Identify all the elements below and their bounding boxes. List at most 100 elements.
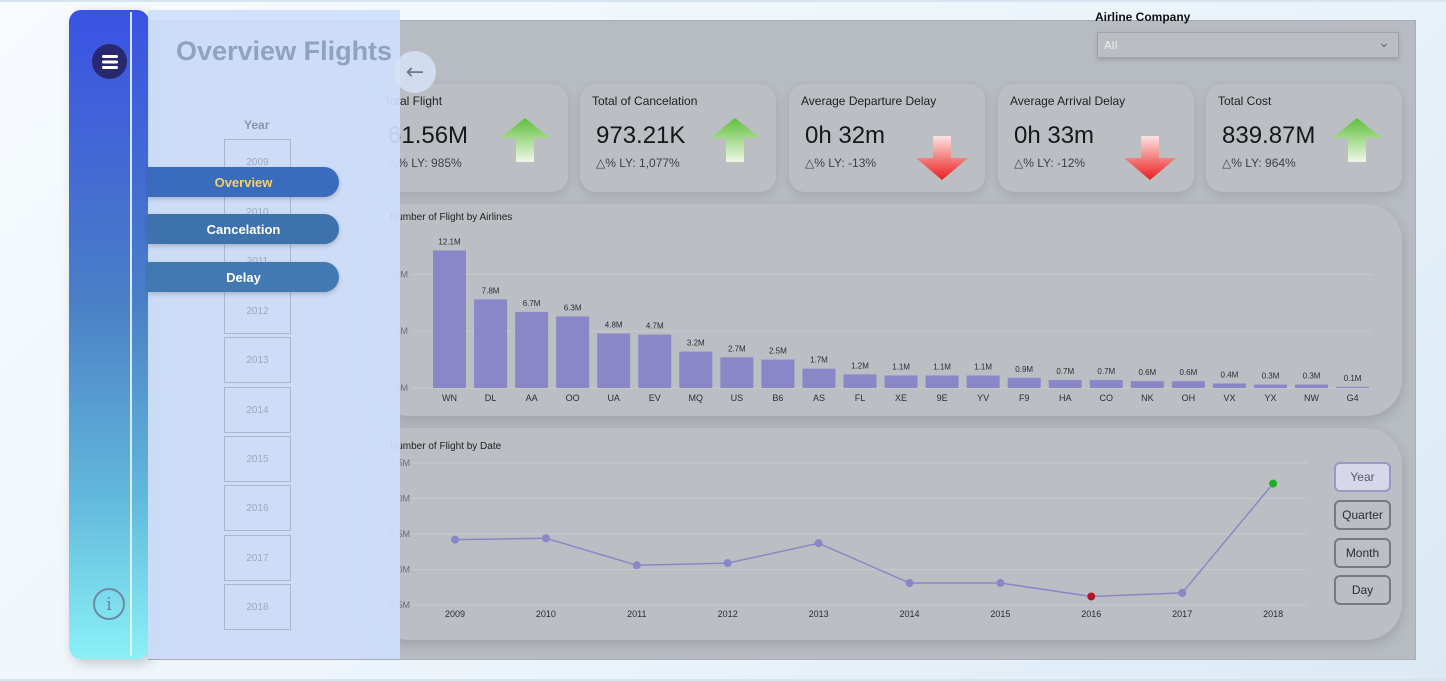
arrow-up-icon: [500, 118, 550, 162]
info-button[interactable]: i: [93, 588, 125, 620]
year-slicer-label: Year: [244, 118, 270, 132]
arrow-up-icon: [1332, 118, 1382, 162]
date-button-day[interactable]: Day: [1334, 575, 1391, 605]
nav-cancelation-button[interactable]: Cancelation: [148, 214, 339, 244]
kpi-title: Average Arrival Delay: [1010, 94, 1126, 108]
nav-overview-button[interactable]: Overview: [148, 167, 339, 197]
data-point: [723, 559, 732, 568]
data-label: 1.1M: [892, 363, 910, 372]
x-tick-label: 2016: [1081, 609, 1101, 619]
data-label: 1.1M: [974, 363, 992, 372]
x-tick-label: AS: [813, 393, 825, 403]
data-point: [814, 539, 823, 548]
x-tick-label: XE: [895, 393, 907, 403]
kpi-title: Average Departure Delay: [801, 94, 937, 108]
bar: [720, 357, 754, 388]
x-tick-label: YV: [977, 393, 989, 403]
year-tile-2013[interactable]: 2013: [224, 337, 291, 383]
kpi-ly: △% LY: 964%: [1222, 156, 1296, 170]
x-tick-label: G4: [1347, 393, 1359, 403]
data-point: [632, 561, 641, 570]
bar: [597, 333, 631, 388]
kpi-ly: △% LY: -12%: [1014, 156, 1086, 170]
kpi-value: 0h 33m: [1014, 122, 1095, 149]
bar: [1212, 383, 1246, 388]
nav-delay-button[interactable]: Delay: [148, 262, 339, 292]
kpi-card-total-cost: Total Cost 839.87M △% LY: 964%: [1206, 84, 1402, 192]
data-label: 12.1M: [438, 238, 461, 247]
kpi-card-avg-arrival-delay: Average Arrival Delay 0h 33m △% LY: -12%: [998, 84, 1194, 192]
bar: [1130, 381, 1164, 388]
x-tick-label: DL: [485, 393, 497, 403]
data-label: 0.3M: [1262, 372, 1280, 381]
arrow-down-icon: [1124, 136, 1176, 180]
kpi-value: 973.21K: [596, 122, 686, 149]
x-tick-label: 2010: [536, 609, 556, 619]
date-button-year[interactable]: Year: [1334, 462, 1391, 492]
data-label: 0.7M: [1097, 367, 1115, 376]
bar: [884, 375, 918, 388]
kpi-ly: △% LY: -13%: [805, 156, 877, 170]
x-tick-label: 2017: [1172, 609, 1192, 619]
x-tick-label: OH: [1182, 393, 1196, 403]
year-tile-2012[interactable]: 2012: [224, 288, 291, 334]
back-button[interactable]: ←: [394, 51, 436, 93]
x-tick-label: MQ: [689, 393, 704, 403]
year-tile-2014[interactable]: 2014: [224, 387, 291, 433]
bar: [474, 299, 508, 388]
x-tick-label: 2018: [1263, 609, 1283, 619]
menu-button[interactable]: [92, 44, 127, 79]
data-label: 4.7M: [646, 322, 664, 331]
bar: [843, 374, 877, 388]
bar: [679, 351, 713, 388]
kpi-value: 0h 32m: [805, 122, 886, 149]
kpi-title: Total Cost: [1218, 94, 1272, 108]
sidebar-divider: [130, 12, 132, 656]
bar: [1048, 380, 1082, 388]
hamburger-icon: [101, 54, 118, 69]
data-point: [905, 578, 914, 587]
x-tick-label: EV: [649, 393, 661, 403]
chevron-down-icon: ⌄: [1378, 35, 1390, 51]
arrow-down-icon: [916, 136, 968, 180]
data-point: [1269, 479, 1278, 488]
bar: [761, 359, 795, 388]
date-line-chart: 5.5M6.0M6.5M7.0M7.5M20092010201120122013…: [390, 458, 1307, 619]
data-label: 0.6M: [1180, 368, 1198, 377]
bar: [1254, 384, 1287, 388]
x-tick-label: AA: [526, 393, 538, 403]
data-point: [996, 578, 1005, 587]
bar: [1171, 381, 1205, 388]
data-label: 6.3M: [564, 303, 582, 312]
year-tile-2018[interactable]: 2018: [224, 584, 291, 630]
x-tick-label: B6: [772, 393, 783, 403]
bar: [515, 311, 549, 388]
kpi-card-total-cancelation: Total of Cancelation 973.21K △% LY: 1,07…: [580, 84, 776, 192]
data-point: [1087, 592, 1096, 601]
airline-filter-label: Airline Company: [1095, 10, 1191, 24]
x-tick-label: 2012: [718, 609, 738, 619]
data-label: 2.5M: [769, 347, 787, 356]
year-tile-2016[interactable]: 2016: [224, 485, 291, 531]
airline-filter-value: All: [1104, 39, 1118, 52]
x-tick-label: FL: [855, 393, 866, 403]
year-tile-2015[interactable]: 2015: [224, 436, 291, 482]
x-tick-label: 2009: [445, 609, 465, 619]
data-label: 6.7M: [523, 299, 541, 308]
data-point: [541, 534, 550, 543]
arrow-up-icon: [710, 118, 760, 162]
kpi-ly: △% LY: 1,077%: [596, 156, 680, 170]
year-tile-2017[interactable]: 2017: [224, 535, 291, 581]
date-button-quarter[interactable]: Quarter: [1334, 500, 1391, 530]
bar: [925, 375, 959, 388]
bar: [966, 375, 1000, 388]
date-button-month[interactable]: Month: [1334, 538, 1391, 568]
arrow-left-icon: ←: [405, 59, 425, 85]
bar: [1007, 377, 1041, 388]
x-tick-label: UA: [607, 393, 620, 403]
data-label: 1.7M: [810, 356, 828, 365]
bar: [802, 368, 836, 388]
info-icon: i: [106, 593, 112, 615]
x-tick-label: NK: [1141, 393, 1154, 403]
airline-filter-dropdown[interactable]: All ⌄: [1097, 32, 1399, 58]
